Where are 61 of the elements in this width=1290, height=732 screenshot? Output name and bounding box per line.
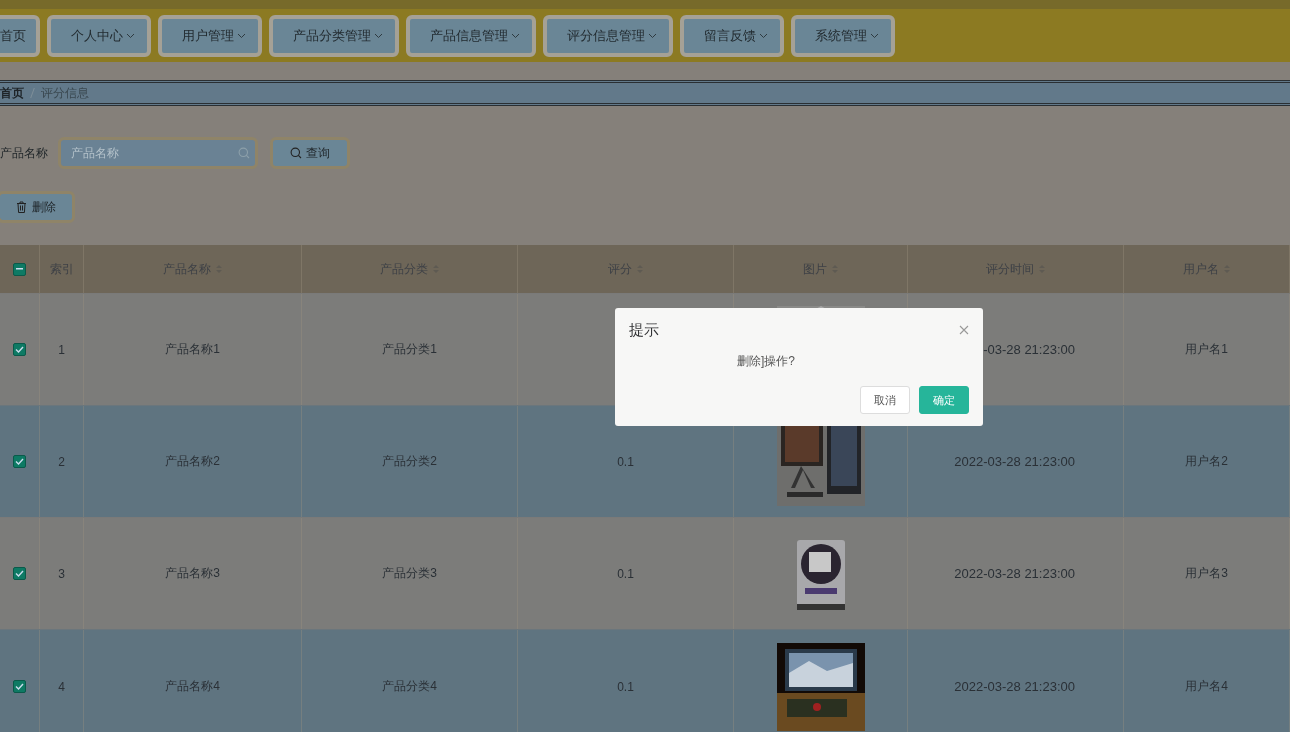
row-checkbox[interactable]: [13, 455, 26, 468]
field-label: 产品名称: [0, 144, 49, 162]
table-cell: 0.1: [617, 566, 634, 581]
row-checkbox[interactable]: [13, 567, 26, 580]
table-cell: 用户名2: [1185, 453, 1228, 470]
table-cell: 2022-03-28 21:23:00: [954, 679, 1075, 694]
table-cell: 用户名3: [1185, 565, 1228, 582]
confirm-button[interactable]: 确定: [919, 386, 969, 414]
nav-menu-item[interactable]: 产品分类管理: [269, 15, 399, 57]
chevron-down-icon: [511, 33, 520, 39]
cancel-button[interactable]: 取消: [860, 386, 910, 414]
select-all-checkbox[interactable]: [13, 262, 26, 276]
table-cell: 用户名4: [1185, 678, 1228, 695]
row-checkbox[interactable]: [13, 343, 26, 356]
nav-menu-item[interactable]: 产品信息管理: [406, 15, 536, 57]
check-icon: [15, 570, 24, 577]
table-cell: 0.1: [617, 679, 634, 694]
close-icon[interactable]: [959, 325, 969, 335]
chevron-down-icon: [870, 33, 879, 39]
check-icon: [15, 683, 24, 690]
chevron-down-icon: [237, 33, 246, 39]
table-cell: 2: [58, 454, 65, 469]
query-button[interactable]: 查询: [270, 137, 350, 169]
trash-icon: [16, 201, 27, 213]
chevron-down-icon: [759, 33, 768, 39]
table-cell: 4: [58, 679, 65, 694]
table-cell: -03-28 21:23:00: [983, 342, 1075, 357]
chevron-down-icon: [648, 33, 657, 39]
table-cell: 产品名称2: [165, 453, 220, 470]
table-cell: 3: [58, 566, 65, 581]
table-cell: 产品分类2: [382, 453, 437, 470]
table-cell: 产品名称3: [165, 565, 220, 582]
dialog-title: 提示: [629, 320, 659, 340]
table-cell: 2022-03-28 21:23:00: [954, 454, 1075, 469]
nav-menu-item[interactable]: 留言反馈: [680, 15, 784, 57]
delete-button[interactable]: 删除: [0, 191, 75, 223]
nav-menu-item[interactable]: 系统管理: [791, 15, 895, 57]
minus-icon: [16, 268, 23, 270]
table-cell: 0.1: [617, 454, 634, 469]
search-icon: [238, 147, 250, 159]
nav-menu-item[interactable]: 首页: [0, 15, 40, 57]
table-cell: 产品分类4: [382, 678, 437, 695]
check-icon: [15, 346, 24, 353]
breadcrumb-link[interactable]: 首页: [0, 84, 24, 102]
nav-menu-item[interactable]: 个人中心: [47, 15, 151, 57]
chevron-down-icon: [126, 33, 135, 39]
table-cell: 产品分类3: [382, 565, 437, 582]
search-icon: [290, 147, 302, 159]
row-checkbox[interactable]: [13, 680, 26, 693]
chevron-down-icon: [374, 33, 383, 39]
search-field[interactable]: 产品名称: [58, 137, 258, 169]
nav-menu-item[interactable]: 用户管理: [158, 15, 262, 57]
table-cell: 产品名称1: [165, 341, 220, 358]
table-cell: 用户名1: [1185, 341, 1228, 358]
table-cell: 产品分类1: [382, 341, 437, 358]
table-cell: 1: [58, 342, 65, 357]
dialog-message: 删除]操作?: [736, 353, 796, 370]
check-icon: [15, 458, 24, 465]
table-cell: 产品名称4: [165, 678, 220, 695]
nav-menu-item[interactable]: 评分信息管理: [543, 15, 673, 57]
table-cell: 2022-03-28 21:23:00: [954, 566, 1075, 581]
